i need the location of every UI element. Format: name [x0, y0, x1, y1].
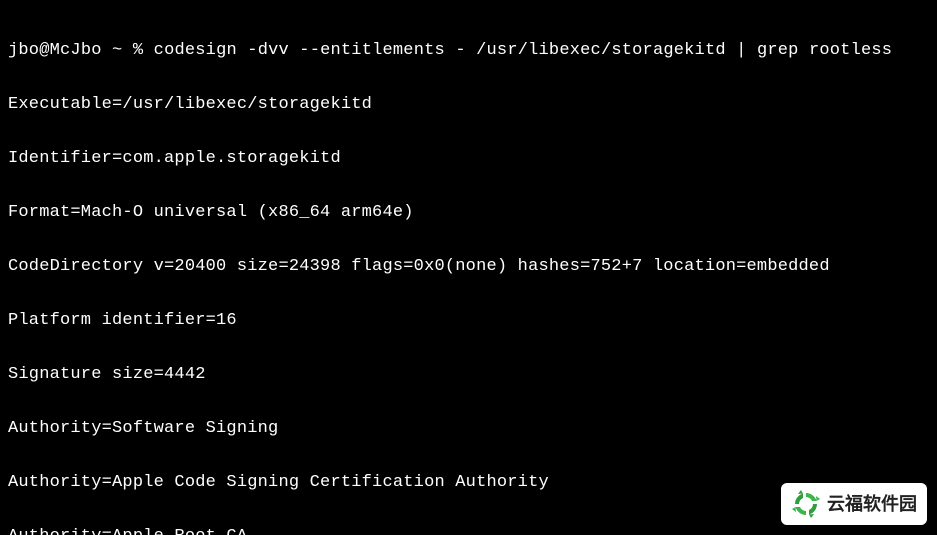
prompt-cwd: ~	[112, 41, 122, 60]
output-signature-size: Signature size=4442	[8, 361, 929, 388]
recycle-arrows-icon	[791, 489, 821, 519]
output-format: Format=Mach-O universal (x86_64 arm64e)	[8, 199, 929, 226]
output-authority-1: Authority=Software Signing	[8, 415, 929, 442]
prompt-line: jbo@McJbo ~ % codesign -dvv --entitlemen…	[8, 37, 929, 64]
watermark-badge: 云福软件园	[781, 483, 927, 525]
terminal-output: jbo@McJbo ~ % codesign -dvv --entitlemen…	[0, 0, 937, 535]
prompt-symbol: %	[133, 41, 143, 60]
command-text: codesign -dvv --entitlements - /usr/libe…	[154, 41, 893, 60]
output-platform-identifier: Platform identifier=16	[8, 307, 929, 334]
output-codedirectory: CodeDirectory v=20400 size=24398 flags=0…	[8, 253, 929, 280]
watermark-text: 云福软件园	[827, 491, 917, 518]
output-executable: Executable=/usr/libexec/storagekitd	[8, 91, 929, 118]
prompt-host: McJbo	[50, 41, 102, 60]
prompt-user: jbo	[8, 41, 39, 60]
output-identifier: Identifier=com.apple.storagekitd	[8, 145, 929, 172]
